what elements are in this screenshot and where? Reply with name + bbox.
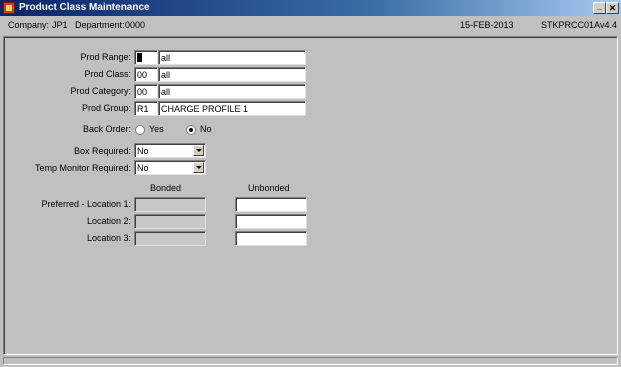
window-title: Product Class Maintenance: [19, 2, 150, 13]
program-code: STKPRCC01A: [541, 20, 601, 30]
date-value: 15-FEB-2013: [460, 20, 514, 30]
company-value: JP1: [52, 20, 68, 30]
bonded-column-header: Bonded: [150, 183, 182, 193]
close-icon: ✕: [608, 3, 617, 13]
title-bar: Product Class Maintenance _ ✕: [0, 0, 621, 16]
location-2-bonded-input: [134, 214, 206, 229]
department-label: Department:: [75, 20, 125, 30]
location-3-label: Location 3:: [86, 233, 131, 243]
text-cursor: [137, 53, 142, 62]
prod-category-label: Prod Category:: [70, 86, 131, 96]
prod-category-code-input[interactable]: 00: [134, 84, 158, 99]
prod-category-desc-input[interactable]: all: [158, 84, 306, 99]
prod-class-code-input[interactable]: 00: [134, 67, 158, 82]
status-bar: [3, 357, 618, 365]
prod-group-code-input[interactable]: R1: [134, 101, 158, 116]
prod-range-desc-input[interactable]: all: [158, 50, 306, 65]
location-1-label: Preferred - Location 1:: [41, 199, 131, 209]
prod-class-label: Prod Class:: [84, 69, 131, 79]
unbonded-column-header: Unbonded: [248, 183, 290, 193]
chevron-down-icon[interactable]: [193, 162, 204, 173]
temp-monitor-label: Temp Monitor Required:: [34, 163, 131, 173]
back-order-no-radio[interactable]: [186, 125, 196, 135]
department-value: 0000: [125, 20, 146, 30]
box-required-select[interactable]: No: [134, 143, 206, 158]
back-order-no-label: No: [200, 124, 212, 134]
form-panel: [3, 36, 618, 355]
company-label: Company:: [8, 20, 50, 30]
minimize-icon: _: [596, 1, 602, 11]
info-bar: Company: JP1 Department: 0000 15-FEB-201…: [0, 18, 621, 32]
chevron-down-icon[interactable]: [193, 145, 204, 156]
prod-range-label: Prod Range:: [80, 52, 131, 62]
box-required-label: Box Required:: [73, 146, 131, 156]
version-label: v4.4: [600, 20, 618, 30]
back-order-label: Back Order:: [82, 124, 131, 134]
location-1-bonded-input: [134, 197, 206, 212]
location-2-label: Location 2:: [86, 216, 131, 226]
location-3-unbonded-input[interactable]: [235, 231, 307, 246]
temp-monitor-select[interactable]: No: [134, 160, 206, 175]
location-3-bonded-input: [134, 231, 206, 246]
prod-range-code-input[interactable]: [134, 50, 158, 65]
app-icon: [3, 2, 15, 14]
prod-class-desc-input[interactable]: all: [158, 67, 306, 82]
back-order-yes-label: Yes: [149, 124, 164, 134]
prod-group-desc-input[interactable]: CHARGE PROFILE 1: [158, 101, 306, 116]
prod-group-label: Prod Group:: [81, 103, 131, 113]
minimize-button[interactable]: _: [593, 1, 606, 14]
location-2-unbonded-input[interactable]: [235, 214, 307, 229]
close-button[interactable]: ✕: [606, 2, 619, 14]
back-order-yes-radio[interactable]: [135, 125, 145, 135]
location-1-unbonded-input[interactable]: [235, 197, 307, 212]
